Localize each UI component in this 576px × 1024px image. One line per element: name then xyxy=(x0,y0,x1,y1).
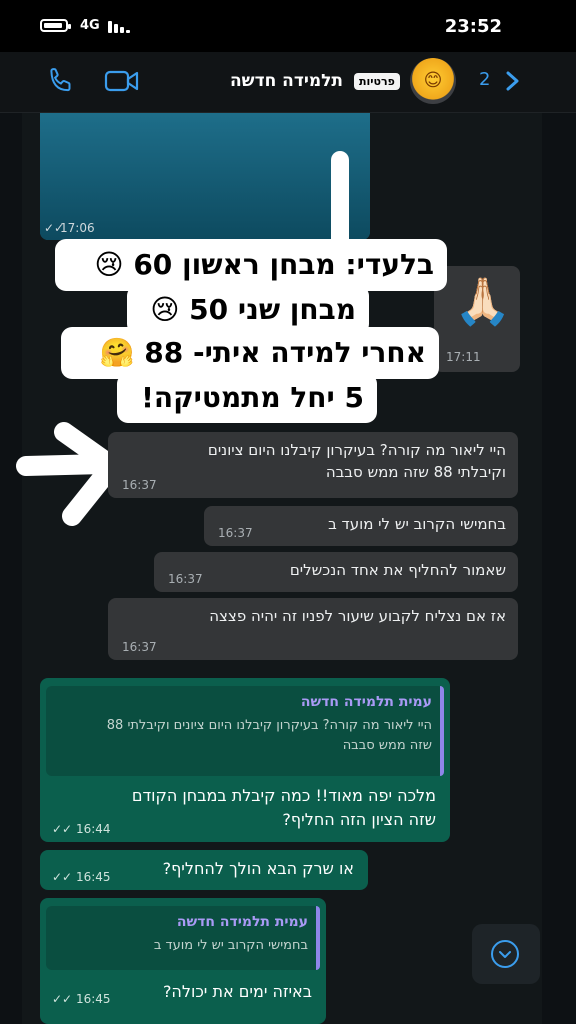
arrow-annotation-icon xyxy=(331,151,349,255)
outgoing-message[interactable]: עמית תלמידה חדשה היי ליאור מה קורה? בעיק… xyxy=(40,678,450,842)
quote-author: עמית תלמידה חדשה xyxy=(300,694,432,710)
incoming-message[interactable]: בחמישי הקרוב יש לי מועד ב 16:37 xyxy=(204,506,518,546)
message-text: באיזה ימים את יכולה? xyxy=(162,982,312,1001)
message-time: 16:44 xyxy=(75,822,111,836)
double-check-icon: ✓✓ xyxy=(52,870,76,884)
avatar[interactable]: 😊 xyxy=(410,58,456,104)
phone-call-icon[interactable] xyxy=(46,66,76,96)
message-time: 16:37 xyxy=(218,526,253,540)
message-text: בחמישי הקרוב יש לי מועד ב xyxy=(328,515,506,533)
chevron-down-icon xyxy=(491,940,519,968)
video-call-icon[interactable] xyxy=(104,68,140,94)
double-check-icon: ✓✓ xyxy=(52,992,76,1006)
message-time: 17:06 xyxy=(60,221,95,235)
message-time: 16:45 xyxy=(75,870,111,884)
quoted-message[interactable]: עמית תלמידה חדשה היי ליאור מה קורה? בעיק… xyxy=(46,686,444,776)
caption-line: 5 יחל מתמטיקה! xyxy=(118,374,376,422)
emoji-message[interactable]: 🙏🏻 17:11 xyxy=(434,266,520,372)
message-text: היי ליאור מה קורה? בעיקרון קיבלנו היום צ… xyxy=(207,441,506,459)
status-time: 23:52 xyxy=(444,16,502,37)
message-time: 16:45 xyxy=(75,992,111,1006)
message-text: אז אם נצליח לקבוע שיעור לפניו זה יהיה פצ… xyxy=(209,607,506,625)
signal-icon xyxy=(108,19,132,33)
status-bar: 4G 23:52 xyxy=(0,0,576,52)
message-time: 16:37 xyxy=(122,640,157,654)
battery-icon xyxy=(40,19,71,32)
quoted-message[interactable]: עמית תלמידה חדשה בחמישי הקרוב יש לי מועד… xyxy=(46,906,320,970)
pray-emoji: 🙏🏻 xyxy=(454,274,512,328)
message-text: שאמור להחליף את אחד הנכשלים xyxy=(289,561,506,579)
privacy-badge: פרטיות xyxy=(354,73,400,90)
message-time: 16:37 xyxy=(122,478,157,492)
message-text: מלכה יפה מאוד!! כמה קיבלת במבחן הקודם xyxy=(131,786,436,805)
incoming-message[interactable]: אז אם נצליח לקבוע שיעור לפניו זה יהיה פצ… xyxy=(108,598,518,660)
message-time: 17:11 xyxy=(446,350,481,364)
incoming-message[interactable]: היי ליאור מה קורה? בעיקרון קיבלנו היום צ… xyxy=(108,432,518,498)
incoming-message[interactable]: שאמור להחליף את אחד הנכשלים 16:37 xyxy=(154,552,518,592)
contact-name[interactable]: תלמידה חדשה xyxy=(230,71,343,91)
caption-line: מבחן שני 50 😢 xyxy=(128,286,368,334)
double-check-icon: ✓✓ xyxy=(52,822,76,836)
chat-header: תלמידה חדשה פרטיות 😊 2 xyxy=(0,52,576,113)
message-text: וקיבלתי 88 שזה ממש סבבה xyxy=(325,463,506,481)
scroll-to-bottom-button[interactable] xyxy=(472,924,540,984)
message-text: שזה הציון הזה החליף? xyxy=(282,810,436,829)
quote-text: בחמישי הקרוב יש לי מועד ב xyxy=(153,938,308,953)
smile-icon: 😊 xyxy=(423,70,443,91)
chevron-right-icon[interactable] xyxy=(502,70,522,92)
quote-text: שזה ממש סבבה xyxy=(342,738,432,753)
message-text: או שרק הבא הולך להחליף? xyxy=(162,859,354,878)
caption-line: בלעדי: מבחן ראשון 60 😢 xyxy=(56,240,446,290)
quote-author: עמית תלמידה חדשה xyxy=(176,914,308,930)
quote-text: היי ליאור מה קורה? בעיקרון קיבלנו היום צ… xyxy=(106,718,432,733)
outgoing-message[interactable]: עמית תלמידה חדשה בחמישי הקרוב יש לי מועד… xyxy=(40,898,326,1024)
message-time: 16:37 xyxy=(168,572,203,586)
unread-count[interactable]: 2 xyxy=(479,69,490,90)
outgoing-message[interactable]: או שרק הבא הולך להחליף? ✓✓ 16:45 xyxy=(40,850,368,890)
caption-line: אחרי למידה איתי- 88 🤗 xyxy=(62,328,438,378)
network-type: 4G xyxy=(80,18,100,33)
